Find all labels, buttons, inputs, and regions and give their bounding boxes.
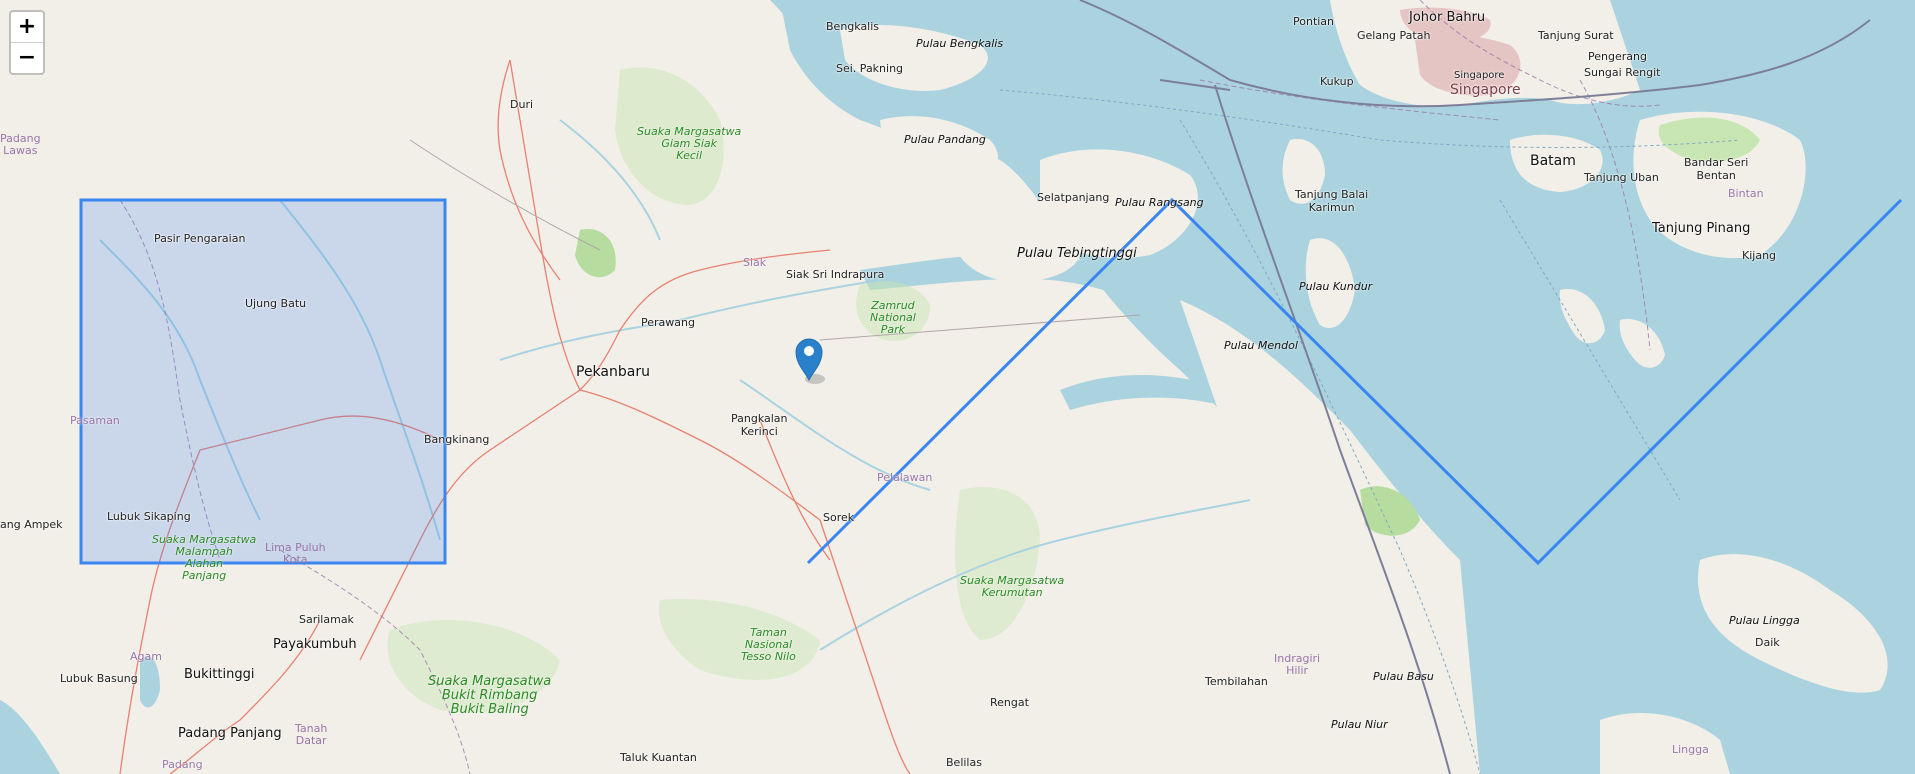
label-sungai-rengit: Sungai Rengit — [1584, 66, 1661, 79]
label-duri: Duri — [510, 98, 534, 111]
label-sm-bukit-rimbang: Suaka Margasatwa Bukit Rimbang Bukit Bal… — [428, 674, 552, 717]
label-belilas: Belilas — [946, 756, 982, 769]
label-rengat: Rengat — [990, 696, 1029, 709]
label-padang-panjang: Padang Panjang — [178, 726, 282, 741]
label-tanjung-uban: Tanjung Uban — [1584, 171, 1659, 184]
map-canvas[interactable]: Bengkalis Pulau Bengkalis Sei. Pakning D… — [0, 0, 1915, 774]
label-tanjung-surat: Tanjung Surat — [1538, 29, 1614, 42]
label-tn-tesso-nilo: Taman Nasional Tesso Nilo — [741, 626, 796, 663]
label-payakumbuh: Payakumbuh — [273, 637, 357, 652]
label-sm-kerumutan: Suaka Margasatwa Kerumutan — [960, 574, 1065, 599]
label-bandar-seri-bentan: Bandar Seri Bentan — [1684, 156, 1749, 182]
label-bukittinggi: Bukittinggi — [184, 667, 255, 682]
label-bangkinang: Bangkinang — [424, 433, 490, 446]
label-padang: Padang — [162, 758, 203, 771]
label-padang-ampek: ang Ampek — [0, 518, 63, 531]
label-tembilahan: Tembilahan — [1205, 675, 1268, 688]
label-pasaman: Pasaman — [70, 414, 120, 427]
label-pengerang: Pengerang — [1588, 50, 1647, 63]
label-pulau-lingga: Pulau Lingga — [1729, 614, 1800, 627]
label-pulau-kundur: Pulau Kundur — [1299, 280, 1373, 293]
label-lima-puluh-kota: Lima Puluh Kota — [265, 541, 326, 566]
label-padang-lawas: Padang Lawas — [0, 132, 41, 157]
map-tiles — [0, 0, 1915, 774]
label-pasir-pengaraian: Pasir Pengaraian — [154, 232, 246, 245]
label-bintan: Bintan — [1728, 187, 1764, 200]
label-taluk-kuantan: Taluk Kuantan — [620, 751, 697, 764]
label-tanjung-balai-karimun: Tanjung Balai Karimun — [1295, 188, 1369, 214]
label-gelang-patah: Gelang Patah — [1357, 29, 1431, 42]
label-lingga: Lingga — [1672, 743, 1709, 756]
label-siak-sri-indrapura: Siak Sri Indrapura — [786, 268, 885, 281]
label-sm-malampah: Suaka Margasatwa Malampah Alahan Panjang — [152, 533, 257, 582]
label-batam: Batam — [1530, 153, 1576, 169]
label-tanah-datar: Tanah Datar — [295, 722, 328, 747]
location-marker-icon — [795, 338, 825, 384]
sea-west — [0, 700, 60, 774]
label-daik: Daik — [1755, 636, 1780, 649]
label-pulau-mendol: Pulau Mendol — [1224, 339, 1298, 352]
label-pelalawan: Pelalawan — [877, 471, 933, 484]
label-tanjung-pinang: Tanjung Pinang — [1652, 221, 1751, 236]
label-siak: Siak — [743, 256, 767, 269]
zoom-control: + − — [9, 10, 45, 75]
label-zamrud-np: Zamrud National Park — [870, 299, 916, 336]
park-green-1 — [575, 229, 616, 278]
label-agam: Agam — [130, 650, 162, 663]
label-indragiri-hilir: Indragiri Hilir — [1274, 652, 1321, 677]
zoom-in-button[interactable]: + — [11, 12, 43, 43]
label-pulau-pandang: Pulau Pandang — [904, 133, 986, 146]
selection-rectangle — [79, 198, 447, 565]
label-kukup: Kukup — [1320, 75, 1354, 88]
label-sei-pakning: Sei. Pakning — [836, 62, 904, 75]
label-pontian: Pontian — [1293, 15, 1335, 28]
label-singapore-small: Singapore — [1454, 70, 1505, 81]
label-singapore: Singapore — [1450, 82, 1521, 98]
label-selatpanjang: Selatpanjang — [1037, 191, 1110, 204]
label-kijang: Kijang — [1742, 249, 1777, 262]
label-johor-bahru: Johor Bahru — [1409, 10, 1486, 25]
label-lubuk-basung: Lubuk Basung — [60, 672, 138, 685]
label-sarilamak: Sarilamak — [299, 613, 354, 626]
park-kerumutan — [955, 487, 1040, 640]
label-lubuk-sikaping: Lubuk Sikaping — [107, 510, 191, 523]
label-sm-giam-siak-kecil: Suaka Margasatwa Giam Siak Kecil — [637, 125, 742, 162]
label-pekanbaru: Pekanbaru — [576, 364, 650, 380]
label-pulau-rangsang: Pulau Rangsang — [1115, 196, 1204, 209]
label-pulau-niur: Pulau Niur — [1331, 718, 1388, 731]
label-ujung-batu: Ujung Batu — [245, 297, 307, 310]
label-pangkalan-kerinci: Pangkalan Kerinci — [731, 412, 788, 438]
zoom-out-button[interactable]: − — [11, 43, 43, 73]
lake-maninjau — [140, 656, 160, 708]
label-perawang: Perawang — [641, 316, 695, 329]
label-bengkalis: Bengkalis — [826, 20, 880, 33]
label-sorek: Sorek — [823, 511, 855, 524]
label-pulau-basu: Pulau Basu — [1373, 670, 1434, 683]
label-pulau-bengkalis: Pulau Bengkalis — [916, 37, 1004, 50]
label-pulau-tebingtinggi: Pulau Tebingtinggi — [1017, 246, 1137, 261]
